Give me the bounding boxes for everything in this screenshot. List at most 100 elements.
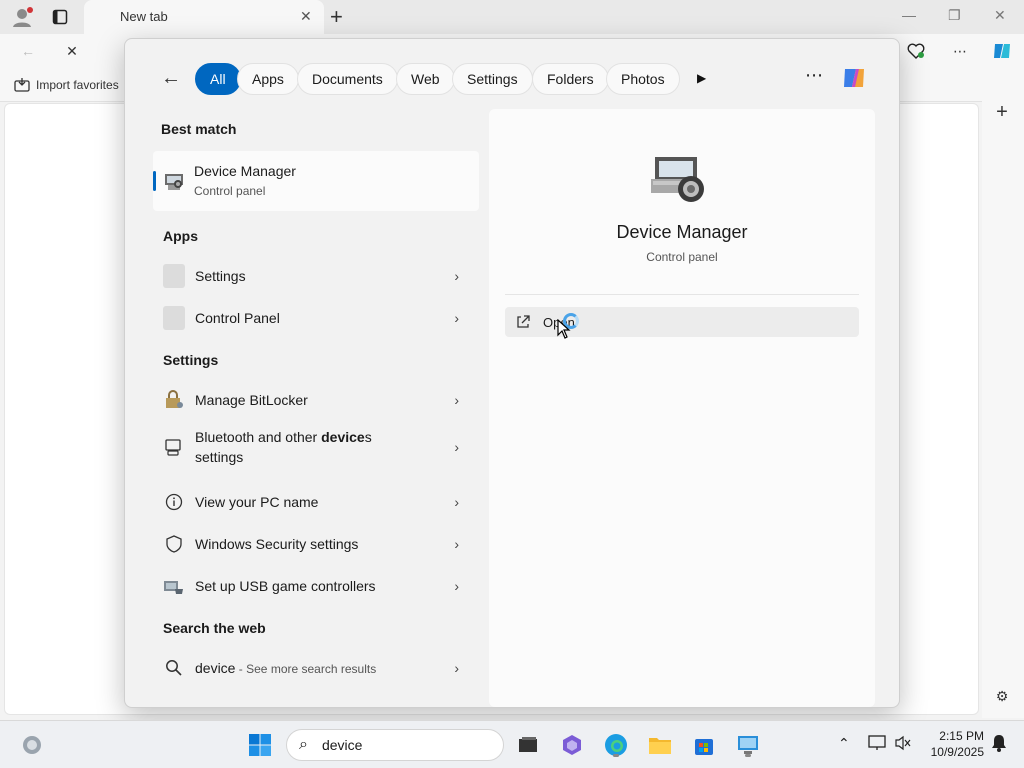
result-label: Windows Security settings <box>195 536 359 552</box>
show-hidden-icons-chevron-icon[interactable]: ⌃ <box>838 735 850 752</box>
result-web-search[interactable]: device - See more search results › <box>155 648 471 688</box>
volume-muted-icon[interactable] <box>894 735 912 754</box>
minimize-icon[interactable]: — <box>902 7 916 23</box>
close-window-icon[interactable]: ✕ <box>994 7 1006 24</box>
result-label: Bluetooth and other devices settings <box>195 429 372 465</box>
widgets-icon[interactable] <box>18 731 46 759</box>
profile-icon[interactable] <box>10 5 34 29</box>
more-options-icon[interactable]: ⋯ <box>805 65 824 86</box>
device-manager-large-icon <box>651 157 704 202</box>
bitlocker-icon <box>163 389 185 411</box>
taskbar-search-box[interactable]: ⌕ device <box>286 729 504 761</box>
result-settings-app[interactable]: Settings › <box>155 256 471 296</box>
network-icon[interactable] <box>868 735 886 754</box>
open-button[interactable]: Open <box>505 307 859 339</box>
more-filters-play-icon[interactable]: ▶ <box>697 71 706 85</box>
result-label: Control Panel <box>195 310 280 326</box>
import-favorites-label: Import favorites <box>36 78 119 92</box>
shield-icon <box>163 533 185 555</box>
chevron-right-icon[interactable]: › <box>454 660 459 676</box>
settings-more-icon[interactable]: ⋯ <box>948 39 972 63</box>
search-icon <box>163 657 185 679</box>
chevron-right-icon[interactable]: › <box>454 578 459 594</box>
import-icon <box>14 78 30 92</box>
settings-app-icon <box>163 264 185 288</box>
control-panel-taskbar-icon[interactable] <box>734 731 762 759</box>
copilot-taskbar-icon[interactable] <box>558 731 586 759</box>
restore-icon[interactable]: ❐ <box>948 7 961 24</box>
selection-indicator <box>153 171 156 191</box>
edge-icon[interactable] <box>602 731 630 759</box>
filter-web[interactable]: Web <box>396 63 455 95</box>
search-web-heading: Search the web <box>163 620 266 636</box>
browser-sidebar: + ⚙ <box>982 68 1024 718</box>
add-sidebar-icon[interactable]: + <box>990 100 1014 124</box>
chevron-right-icon[interactable]: › <box>454 536 459 552</box>
chevron-right-icon[interactable]: › <box>454 310 459 326</box>
chevron-right-icon[interactable]: › <box>454 392 459 408</box>
back-arrow-icon[interactable]: ← <box>161 67 181 90</box>
mouse-cursor-icon <box>557 319 571 339</box>
chevron-right-icon[interactable]: › <box>454 268 459 284</box>
result-label: Set up USB game controllers <box>195 578 376 594</box>
best-match-title: Device Manager <box>194 163 296 179</box>
result-label: device - See more search results <box>195 659 377 676</box>
microsoft-store-icon[interactable] <box>690 731 718 759</box>
search-icon: ⌕ <box>299 736 308 753</box>
active-indicator <box>613 754 619 757</box>
game-controller-icon <box>163 575 185 597</box>
result-label: Settings <box>195 268 246 284</box>
best-match-device-manager[interactable]: Device Manager Control panel <box>153 151 479 211</box>
browser-essentials-icon[interactable] <box>904 39 928 63</box>
import-favorites-button[interactable]: Import favorites <box>14 78 119 92</box>
result-manage-bitlocker[interactable]: Manage BitLocker › <box>155 380 471 420</box>
chevron-right-icon[interactable]: › <box>454 494 459 510</box>
apps-heading: Apps <box>163 228 198 244</box>
result-usb-game-controllers[interactable]: Set up USB game controllers › <box>155 566 471 606</box>
sidebar-settings-icon[interactable]: ⚙ <box>990 684 1014 708</box>
device-manager-icon <box>165 174 183 190</box>
filter-folders[interactable]: Folders <box>532 63 609 95</box>
details-subtitle: Control panel <box>646 250 718 264</box>
taskbar-search-text: device <box>321 737 363 753</box>
info-icon <box>163 491 185 513</box>
settings-heading: Settings <box>163 352 219 368</box>
result-label: View your PC name <box>195 494 319 510</box>
task-view-icon[interactable] <box>514 731 542 759</box>
filter-photos[interactable]: Photos <box>606 63 680 95</box>
result-label: Manage BitLocker <box>195 392 308 408</box>
start-search-panel: ← All Apps Documents Web Settings Folder… <box>124 38 900 708</box>
copilot-icon[interactable] <box>839 63 869 93</box>
chevron-right-icon[interactable]: › <box>454 439 459 455</box>
back-icon[interactable]: ← <box>16 39 40 63</box>
copilot-browser-icon[interactable] <box>990 39 1014 63</box>
system-clock[interactable]: 2:15 PM 10/9/2025 <box>918 728 984 760</box>
tab-title: New tab <box>120 9 168 24</box>
file-explorer-icon[interactable] <box>646 731 674 759</box>
filter-settings[interactable]: Settings <box>452 63 533 95</box>
result-view-pc-name[interactable]: View your PC name › <box>155 482 471 522</box>
details-pane: Device Manager Control panel Open <box>489 109 875 707</box>
tab-actions-icon[interactable] <box>48 5 72 29</box>
result-control-panel-app[interactable]: Control Panel › <box>155 298 471 338</box>
open-external-icon <box>517 315 530 328</box>
clock-date: 10/9/2025 <box>930 745 984 759</box>
windows-logo-icon <box>249 734 271 756</box>
tab-new-tab[interactable]: New tab ✕ <box>84 0 324 34</box>
best-match-subtitle: Control panel <box>194 184 266 198</box>
new-tab-button[interactable]: + <box>330 4 343 30</box>
taskbar: ⌕ device ⌃ 2:15 PM 10/9/2025 <box>0 720 1024 768</box>
notifications-icon[interactable] <box>990 733 1008 756</box>
stop-loading-icon[interactable]: ✕ <box>60 39 84 63</box>
filter-documents[interactable]: Documents <box>297 63 398 95</box>
clock-time: 2:15 PM <box>939 729 984 743</box>
filter-apps[interactable]: Apps <box>237 63 299 95</box>
best-match-heading: Best match <box>161 121 237 137</box>
start-button[interactable] <box>246 731 274 759</box>
result-bluetooth-devices[interactable]: Bluetooth and other devices settings › <box>155 422 471 472</box>
details-divider <box>505 294 859 295</box>
filter-all[interactable]: All <box>195 63 241 95</box>
close-tab-icon[interactable]: ✕ <box>300 8 312 25</box>
result-windows-security[interactable]: Windows Security settings › <box>155 524 471 564</box>
bluetooth-devices-icon <box>163 436 185 458</box>
